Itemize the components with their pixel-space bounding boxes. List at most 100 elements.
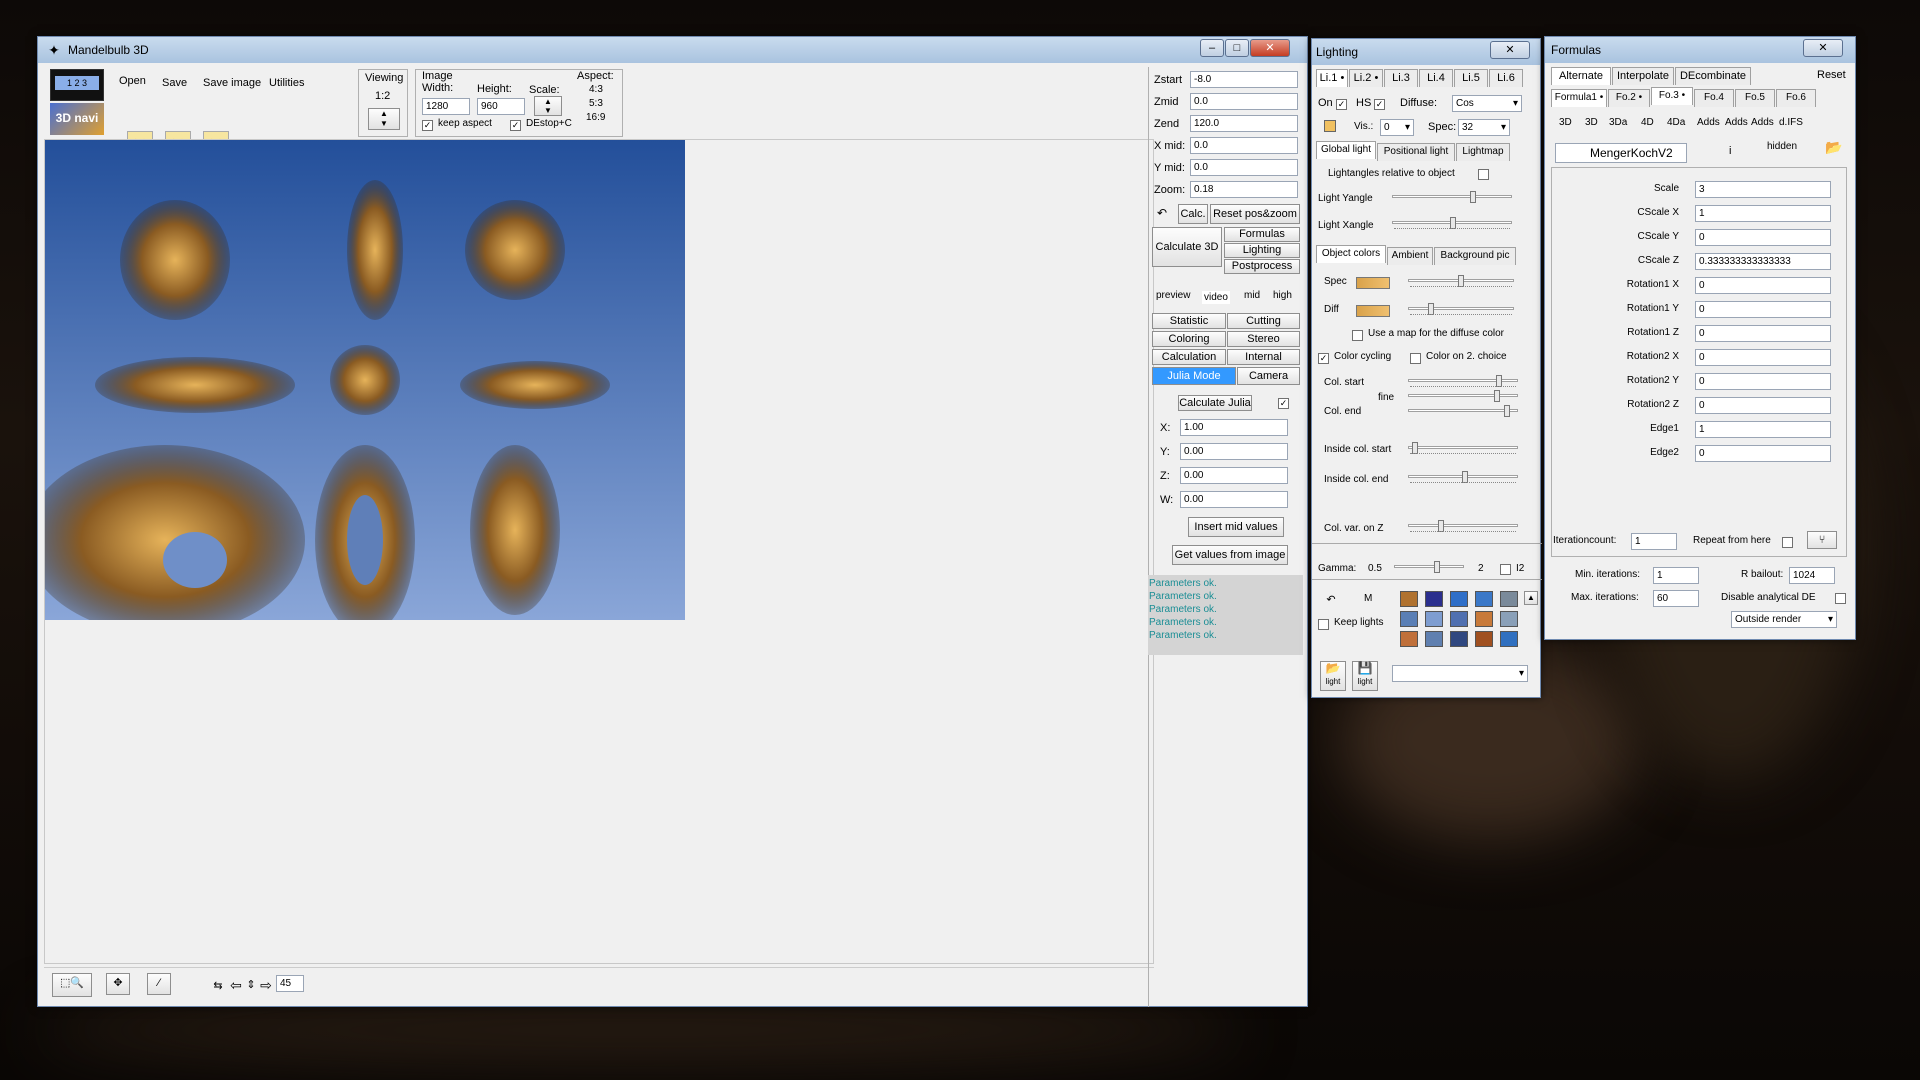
cutting-button[interactable]: Cutting <box>1227 313 1300 329</box>
formula-tab-3[interactable]: Fo.3 • <box>1651 87 1693 105</box>
light-tab-5[interactable]: Li.5 <box>1454 69 1488 87</box>
light-preset-icon[interactable] <box>1400 591 1418 607</box>
iterationcount-input[interactable]: 1 <box>1631 533 1677 550</box>
light-tab-1[interactable]: Li.1 • <box>1316 69 1348 87</box>
background-pic-tab[interactable]: Background pic <box>1434 247 1516 265</box>
light-preset-icon[interactable] <box>1475 611 1493 627</box>
xangle-slider[interactable] <box>1392 217 1512 233</box>
save-light-button[interactable]: 💾 light <box>1352 661 1378 691</box>
positional-light-tab[interactable]: Positional light <box>1377 143 1455 161</box>
light-preset-icon[interactable] <box>1500 591 1518 607</box>
width-input[interactable]: 1280 <box>422 98 470 115</box>
use-map-checkbox[interactable] <box>1352 330 1363 341</box>
dimension-tab[interactable]: d.IFS <box>1779 117 1803 128</box>
lighting-button[interactable]: Lighting <box>1224 243 1300 258</box>
diff-color-slider[interactable] <box>1408 303 1514 319</box>
lighting-close-button[interactable]: ✕ <box>1490 41 1530 59</box>
color-on2-checkbox[interactable] <box>1410 353 1421 364</box>
disable-de-checkbox[interactable] <box>1835 593 1846 604</box>
reset-link[interactable]: Reset <box>1817 69 1846 81</box>
calculate-julia-checkbox[interactable]: ✓ <box>1278 398 1289 409</box>
keep-lights-checkbox[interactable] <box>1318 619 1329 630</box>
ambient-tab[interactable]: Ambient <box>1387 247 1433 265</box>
dimension-tab[interactable]: 4Da <box>1667 117 1685 128</box>
formula-param-input[interactable]: 3 <box>1695 181 1831 198</box>
main-titlebar[interactable]: ✦ Mandelbulb 3D – □ ✕ <box>38 37 1307 63</box>
dimension-tab[interactable]: 4D <box>1641 117 1654 128</box>
fine-slider[interactable] <box>1408 390 1518 406</box>
light-preset-icon[interactable] <box>1400 631 1418 647</box>
internal-button[interactable]: Internal <box>1227 349 1300 365</box>
aspect-4-3[interactable]: 4:3 <box>589 84 603 95</box>
postprocess-button[interactable]: Postprocess <box>1224 259 1300 274</box>
gamma-slider[interactable] <box>1394 561 1464 577</box>
ymid-input[interactable]: 0.0 <box>1190 159 1298 176</box>
zstart-input[interactable]: -8.0 <box>1190 71 1298 88</box>
height-input[interactable]: 960 <box>477 98 525 115</box>
formula-param-input[interactable]: 0 <box>1695 445 1831 462</box>
col-var-slider[interactable] <box>1408 520 1518 536</box>
formula-param-input[interactable]: 1 <box>1695 421 1831 438</box>
close-button[interactable]: ✕ <box>1250 39 1290 57</box>
min-iter-input[interactable]: 1 <box>1653 567 1699 584</box>
light-preset-icon[interactable] <box>1450 631 1468 647</box>
undo-light-icon[interactable]: ↶ <box>1324 592 1338 606</box>
step-input[interactable]: 45 <box>276 975 304 992</box>
pick-icon[interactable]: ⁄ <box>147 973 171 995</box>
quality-mid[interactable]: mid <box>1244 290 1260 301</box>
global-light-tab[interactable]: Global light <box>1316 141 1376 159</box>
destop-checkbox[interactable]: ✓ <box>510 120 521 131</box>
light-tab-6[interactable]: Li.6 <box>1489 69 1523 87</box>
formula-param-input[interactable]: 0 <box>1695 325 1831 342</box>
formula-param-input[interactable]: 0 <box>1695 301 1831 318</box>
arrow-left-icon[interactable]: ⇦ <box>229 975 243 995</box>
camera-button[interactable]: Camera <box>1237 367 1300 385</box>
hs-checkbox[interactable]: ✓ <box>1374 99 1385 110</box>
menu-save-image[interactable]: Save image <box>203 77 261 89</box>
i2-checkbox[interactable] <box>1500 564 1511 575</box>
coloring-button[interactable]: Coloring <box>1152 331 1226 347</box>
spec-select[interactable]: 32 <box>1458 119 1510 136</box>
inside-start-slider[interactable] <box>1408 442 1518 458</box>
formula-param-input[interactable]: 0 <box>1695 373 1831 390</box>
dimension-tab[interactable]: Adds <box>1725 117 1748 128</box>
fractal-render-image[interactable] <box>45 140 685 620</box>
keep-aspect-checkbox[interactable]: ✓ <box>422 120 433 131</box>
scroll-up-button[interactable]: ▲ <box>1524 591 1538 605</box>
fork-icon[interactable]: ⑂ <box>1807 531 1837 549</box>
dimension-tab[interactable]: 3D <box>1559 117 1572 128</box>
formula-info-button[interactable]: i <box>1729 145 1731 157</box>
formula-tab-2[interactable]: Fo.2 • <box>1608 89 1650 107</box>
formulas-button[interactable]: Formulas <box>1224 227 1300 242</box>
alternate-tab[interactable]: Alternate <box>1551 67 1611 85</box>
hidden-label[interactable]: hidden <box>1767 141 1797 152</box>
select-zoom-icon[interactable]: ⬚🔍 <box>52 973 92 997</box>
light-tab-3[interactable]: Li.3 <box>1384 69 1418 87</box>
arrow-updown-icon[interactable]: ⇕ <box>244 969 258 999</box>
navi-button[interactable]: 1 2 3 <box>50 69 104 101</box>
zoom-input[interactable]: 0.18 <box>1190 181 1298 198</box>
color-cycling-checkbox[interactable]: ✓ <box>1318 353 1329 364</box>
light-preset-icon[interactable] <box>1475 591 1493 607</box>
light-preset-icon[interactable] <box>1450 591 1468 607</box>
quality-preview[interactable]: preview <box>1156 290 1190 301</box>
julia-w-input[interactable]: 0.00 <box>1180 491 1288 508</box>
spec-color-swatch[interactable] <box>1356 277 1390 289</box>
repeat-checkbox[interactable] <box>1782 537 1793 548</box>
light-preset-icon[interactable] <box>1500 631 1518 647</box>
arrow-right-icon[interactable]: ⇨ <box>259 975 273 995</box>
calc-button[interactable]: Calc. <box>1178 204 1208 224</box>
formulas-titlebar[interactable]: Formulas ✕ <box>1545 37 1855 63</box>
formula-param-input[interactable]: 0 <box>1695 349 1831 366</box>
light-preset-icon[interactable] <box>1475 631 1493 647</box>
aspect-5-3[interactable]: 5:3 <box>589 98 603 109</box>
rbailout-input[interactable]: 1024 <box>1789 567 1835 584</box>
julia-z-input[interactable]: 0.00 <box>1180 467 1288 484</box>
dimension-tab[interactable]: Adds <box>1697 117 1720 128</box>
undo-icon[interactable]: ↶ <box>1154 205 1170 221</box>
quality-video[interactable]: video <box>1202 291 1230 304</box>
3d-navi-button[interactable]: 3D navi <box>50 103 104 135</box>
lightmap-tab[interactable]: Lightmap <box>1456 143 1510 161</box>
interpolate-tab[interactable]: Interpolate <box>1612 67 1674 85</box>
reset-pos-zoom-button[interactable]: Reset pos&zoom <box>1210 204 1300 224</box>
